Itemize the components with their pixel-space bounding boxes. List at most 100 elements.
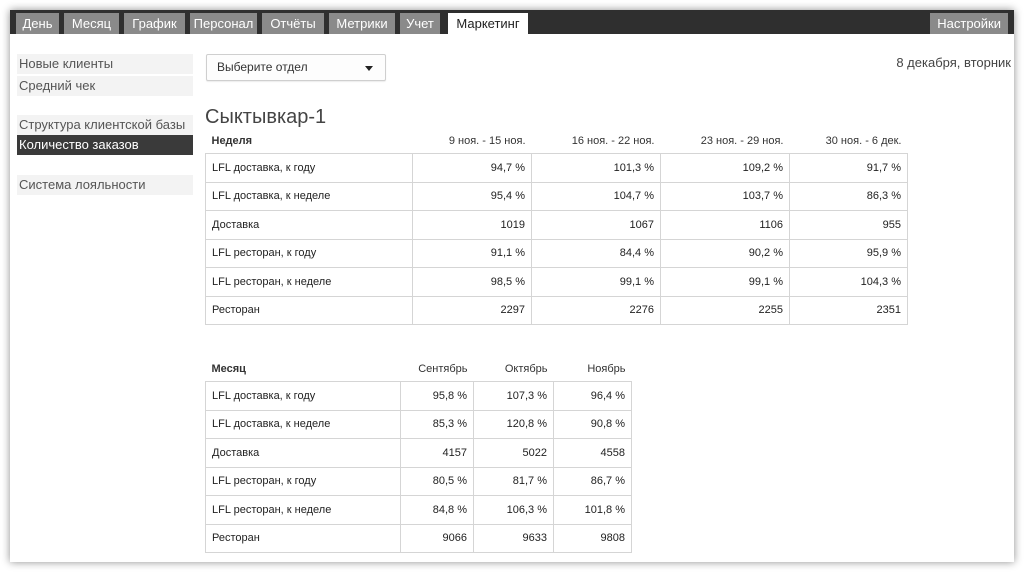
tab-accounting[interactable]: Учет — [400, 13, 440, 34]
table-cell: 104,3 % — [789, 267, 908, 297]
table-header-row: Месяц Сентябрь Октябрь Ноябрь — [205, 357, 632, 382]
row-label: LFL доставка, к неделе — [205, 181, 413, 211]
table-cell: 109,2 % — [660, 153, 790, 183]
table-cell: 104,7 % — [531, 181, 661, 211]
table-cell: 9633 — [473, 523, 554, 553]
app-window: День Месяц График Персонал Отчёты Метрик… — [10, 10, 1014, 562]
weekly-table: Неделя 9 ноя. - 15 ноя. 16 ноя. - 22 ноя… — [205, 129, 908, 325]
table-row: LFL ресторан, к неделе 98,5 % 99,1 % 99,… — [205, 267, 908, 297]
column-header: 23 ноя. - 29 ноя. — [700, 135, 784, 147]
column-header: 9 ноя. - 15 ноя. — [448, 135, 526, 147]
table-cell: 90,2 % — [660, 238, 790, 268]
table-cell: 99,1 % — [660, 267, 790, 297]
table-cell: 9808 — [553, 523, 632, 553]
table-cell: 103,7 % — [660, 181, 790, 211]
table-cell: 90,8 % — [553, 409, 632, 439]
location-title: Сыктывкар-1 — [205, 106, 327, 128]
tab-staff[interactable]: Персонал — [190, 13, 257, 34]
settings-button[interactable]: Настройки — [930, 13, 1008, 34]
table-cell: 5022 — [473, 438, 554, 468]
table-cell: 106,3 % — [473, 495, 554, 525]
table-cell: 81,7 % — [473, 466, 554, 496]
table-row: LFL ресторан, к году 80,5 % 81,7 % 86,7 … — [205, 466, 632, 496]
table-cell: 86,7 % — [553, 466, 632, 496]
table-cell: 95,8 % — [400, 381, 474, 411]
table-cell: 2255 — [660, 295, 790, 325]
table-row: Ресторан 2297 2276 2255 2351 — [205, 295, 908, 325]
table-row: LFL ресторан, к году 91,1 % 84,4 % 90,2 … — [205, 238, 908, 268]
column-header: Месяц — [211, 363, 246, 375]
tab-metrics[interactable]: Метрики — [329, 13, 395, 34]
table-cell: 955 — [789, 210, 908, 240]
table-cell: 1019 — [412, 210, 532, 240]
table-cell: 80,5 % — [400, 466, 474, 496]
table-cell: 120,8 % — [473, 409, 554, 439]
sidebar-item-new-clients[interactable]: Новые клиенты — [17, 54, 193, 74]
current-date: 8 декабря, вторник — [896, 55, 1011, 70]
table-cell: 94,7 % — [412, 153, 532, 183]
table-row: Доставка 1019 1067 1106 955 — [205, 210, 908, 240]
sidebar-item-average-check[interactable]: Средний чек — [17, 76, 193, 96]
table-cell: 107,3 % — [473, 381, 554, 411]
row-label: LFL ресторан, к году — [205, 238, 413, 268]
table-cell: 99,1 % — [531, 267, 661, 297]
table-cell: 91,1 % — [412, 238, 532, 268]
table-row: Доставка 4157 5022 4558 — [205, 438, 632, 468]
row-label: LFL доставка, к году — [205, 153, 413, 183]
row-label: Доставка — [205, 438, 401, 468]
table-cell: 96,4 % — [553, 381, 632, 411]
tab-day[interactable]: День — [16, 13, 59, 34]
table-cell: 95,9 % — [789, 238, 908, 268]
table-cell: 9066 — [400, 523, 474, 553]
column-header: Октябрь — [504, 363, 548, 375]
table-cell: 4157 — [400, 438, 474, 468]
row-label: LFL доставка, к году — [205, 381, 401, 411]
table-cell: 101,8 % — [553, 495, 632, 525]
sidebar-item-loyalty-system[interactable]: Система лояльности — [17, 175, 193, 195]
table-row: LFL доставка, к неделе 85,3 % 120,8 % 90… — [205, 409, 632, 439]
monthly-table: Месяц Сентябрь Октябрь Ноябрь LFL достав… — [205, 357, 632, 553]
table-cell: 95,4 % — [412, 181, 532, 211]
table-cell: 91,7 % — [789, 153, 908, 183]
table-cell: 2351 — [789, 295, 908, 325]
column-header: Ноябрь — [587, 363, 626, 375]
sidebar-item-order-count[interactable]: Количество заказов — [17, 135, 193, 155]
row-label: Доставка — [205, 210, 413, 240]
sidebar-item-client-base-structure[interactable]: Структура клиентской базы — [17, 115, 193, 135]
row-label: LFL доставка, к неделе — [205, 409, 401, 439]
row-label: LFL ресторан, к неделе — [205, 495, 401, 525]
table-cell: 2276 — [531, 295, 661, 325]
table-row: LFL доставка, к году 94,7 % 101,3 % 109,… — [205, 153, 908, 183]
table-cell: 86,3 % — [789, 181, 908, 211]
row-label: LFL ресторан, к году — [205, 466, 401, 496]
table-row: LFL доставка, к неделе 95,4 % 104,7 % 10… — [205, 181, 908, 211]
table-cell: 1106 — [660, 210, 790, 240]
column-header: Неделя — [211, 135, 253, 147]
tab-schedule[interactable]: График — [124, 13, 185, 34]
table-row: LFL ресторан, к неделе 84,8 % 106,3 % 10… — [205, 495, 632, 525]
tab-month[interactable]: Месяц — [64, 13, 119, 34]
row-label: LFL ресторан, к неделе — [205, 267, 413, 297]
table-cell: 2297 — [412, 295, 532, 325]
row-label: Ресторан — [205, 523, 401, 553]
table-cell: 84,4 % — [531, 238, 661, 268]
column-header: 16 ноя. - 22 ноя. — [571, 135, 655, 147]
table-row: LFL доставка, к году 95,8 % 107,3 % 96,4… — [205, 381, 632, 411]
tab-reports[interactable]: Отчёты — [262, 13, 324, 34]
table-cell: 4558 — [553, 438, 632, 468]
table-header-row: Неделя 9 ноя. - 15 ноя. 16 ноя. - 22 ноя… — [205, 129, 908, 154]
table-row: Ресторан 9066 9633 9808 — [205, 523, 632, 553]
tab-marketing[interactable]: Маркетинг — [448, 13, 528, 34]
department-select[interactable]: Выберите отдел — [206, 54, 386, 81]
column-header: 30 ноя. - 6 дек. — [825, 135, 902, 147]
table-cell: 1067 — [531, 210, 661, 240]
chevron-down-icon — [365, 66, 373, 71]
table-cell: 84,8 % — [400, 495, 474, 525]
table-cell: 98,5 % — [412, 267, 532, 297]
top-nav-bar: День Месяц График Персонал Отчёты Метрик… — [10, 10, 1014, 34]
column-header: Сентябрь — [418, 363, 468, 375]
row-label: Ресторан — [205, 295, 413, 325]
table-cell: 101,3 % — [531, 153, 661, 183]
table-cell: 85,3 % — [400, 409, 474, 439]
department-select-label: Выберите отдел — [217, 60, 308, 74]
